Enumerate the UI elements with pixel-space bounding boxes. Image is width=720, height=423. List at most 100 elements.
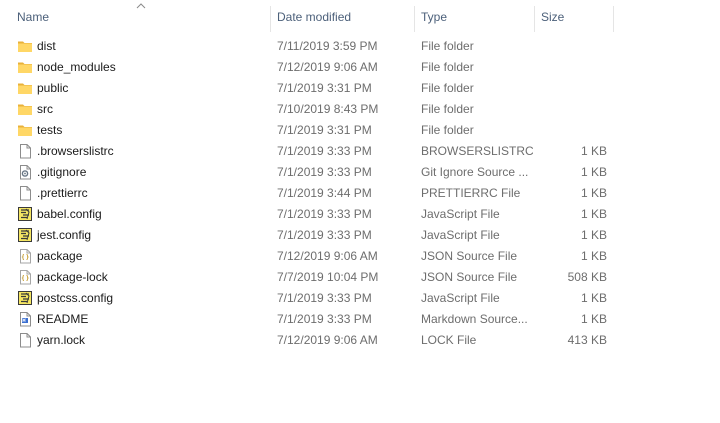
file-row[interactable]: dist 7/11/2019 3:59 PM File folder — [0, 36, 720, 57]
file-name: README — [37, 312, 89, 326]
file-row[interactable]: .prettierrc 7/1/2019 3:44 PM PRETTIERRC Fi… — [0, 183, 720, 204]
file-name-cell: jest.config — [17, 225, 267, 246]
file-date-modified: 7/7/2019 10:04 PM — [277, 270, 379, 284]
markdown-file-icon — [17, 311, 33, 327]
javascript-file-icon — [17, 206, 33, 222]
json-file-icon — [17, 248, 33, 264]
column-separator[interactable] — [534, 6, 535, 32]
file-type: LOCK File — [421, 333, 477, 347]
column-separator[interactable] — [414, 6, 415, 32]
file-name-cell: dist — [17, 36, 267, 57]
file-name: package-lock — [37, 270, 108, 284]
file-date-modified: 7/1/2019 3:33 PM — [277, 312, 372, 326]
file-type: JavaScript File — [421, 228, 500, 242]
file-name-cell: .prettierrc — [17, 183, 267, 204]
file-size: 1 KB — [580, 144, 607, 158]
file-row[interactable]: package 7/12/2019 9:06 AM JSON Source File… — [0, 246, 720, 267]
file-name: public — [37, 81, 69, 95]
file-name-cell: .gitignore — [17, 162, 267, 183]
file-size: 413 KB — [567, 333, 607, 347]
file-name: .prettierrc — [37, 186, 88, 200]
file-name-cell: postcss.config — [17, 288, 267, 309]
column-header-name-label: Name — [17, 10, 50, 24]
file-type: JSON Source File — [421, 249, 518, 263]
column-header-size[interactable]: Size — [541, 0, 613, 32]
file-name: dist — [37, 39, 56, 53]
file-name: src — [37, 102, 53, 116]
javascript-file-icon — [17, 290, 33, 306]
column-header-date-label: Date modified — [277, 10, 352, 24]
file-name-cell: package — [17, 246, 267, 267]
file-name-cell: node_modules — [17, 57, 267, 78]
file-type: Markdown Source... — [421, 312, 528, 326]
column-header-date-modified[interactable]: Date modified — [277, 0, 413, 32]
file-type: BROWSERSLISTRC... — [421, 144, 533, 158]
file-type: File folder — [421, 60, 474, 74]
file-size: 1 KB — [580, 186, 607, 200]
file-date-modified: 7/12/2019 9:06 AM — [277, 333, 378, 347]
column-separator[interactable] — [613, 6, 614, 32]
file-size: 1 KB — [580, 165, 607, 179]
file-name: package — [37, 249, 83, 263]
file-row[interactable]: public 7/1/2019 3:31 PM File folder — [0, 78, 720, 99]
file-row[interactable]: tests 7/1/2019 3:31 PM File folder — [0, 120, 720, 141]
file-row[interactable]: yarn.lock 7/12/2019 9:06 AM LOCK File 413 K… — [0, 330, 720, 351]
file-size: 1 KB — [580, 228, 607, 242]
file-size — [540, 36, 607, 57]
file-type: JavaScript File — [421, 207, 500, 221]
file-date-modified: 7/1/2019 3:33 PM — [277, 207, 372, 221]
file-date-modified: 7/1/2019 3:44 PM — [277, 186, 372, 200]
json-file-icon — [17, 269, 33, 285]
file-row[interactable]: postcss.config 7/1/2019 3:33 PM JavaScript… — [0, 288, 720, 309]
folder-icon — [17, 38, 33, 54]
file-name: postcss.config — [37, 291, 114, 305]
file-type: Git Ignore Source ... — [421, 165, 529, 179]
file-row[interactable]: README 7/1/2019 3:33 PM Markdown Source...… — [0, 309, 720, 330]
column-header-row: Name Date modified Type Size — [0, 0, 720, 32]
blank-file-icon — [17, 143, 33, 159]
file-type: File folder — [421, 39, 474, 53]
folder-icon — [17, 59, 33, 75]
file-name: jest.config — [37, 228, 92, 242]
file-date-modified: 7/1/2019 3:31 PM — [277, 81, 372, 95]
file-size: 1 KB — [580, 207, 607, 221]
file-row[interactable]: .gitignore 7/1/2019 3:33 PM Git Ignore Sou… — [0, 162, 720, 183]
file-size: 1 KB — [580, 312, 607, 326]
file-date-modified: 7/1/2019 3:33 PM — [277, 228, 372, 242]
file-name-cell: public — [17, 78, 267, 99]
file-row[interactable]: .browserslistrc 7/1/2019 3:33 PM BROWSERSL… — [0, 141, 720, 162]
file-row[interactable]: package-lock 7/7/2019 10:04 PM JSON Source… — [0, 267, 720, 288]
file-row[interactable]: babel.config 7/1/2019 3:33 PM JavaScript F… — [0, 204, 720, 225]
file-name: .browserslistrc — [37, 144, 114, 158]
folder-icon — [17, 80, 33, 96]
file-date-modified: 7/1/2019 3:33 PM — [277, 144, 372, 158]
file-list: dist 7/11/2019 3:59 PM File folder node_mod… — [0, 36, 720, 351]
file-type: PRETTIERRC File — [421, 186, 521, 200]
blank-file-icon — [17, 185, 33, 201]
file-row[interactable]: node_modules 7/12/2019 9:06 AM File folder — [0, 57, 720, 78]
settings-file-icon — [17, 164, 33, 180]
file-date-modified: 7/1/2019 3:31 PM — [277, 123, 372, 137]
column-separator[interactable] — [270, 6, 271, 32]
column-header-type[interactable]: Type — [421, 0, 533, 32]
file-name-cell: babel.config — [17, 204, 267, 225]
file-type: JSON Source File — [421, 270, 518, 284]
file-name: yarn.lock — [37, 333, 86, 347]
file-type: JavaScript File — [421, 291, 500, 305]
file-name: .gitignore — [37, 165, 87, 179]
file-type: File folder — [421, 102, 474, 116]
file-size — [540, 57, 607, 78]
javascript-file-icon — [17, 227, 33, 243]
sort-ascending-icon — [136, 3, 146, 9]
file-size: 1 KB — [580, 291, 607, 305]
file-date-modified: 7/1/2019 3:33 PM — [277, 291, 372, 305]
file-name-cell: yarn.lock — [17, 330, 267, 351]
file-row[interactable]: jest.config 7/1/2019 3:33 PM JavaScript Fi… — [0, 225, 720, 246]
file-type: File folder — [421, 123, 474, 137]
file-size — [540, 78, 607, 99]
file-name-cell: README — [17, 309, 267, 330]
file-row[interactable]: src 7/10/2019 8:43 PM File folder — [0, 99, 720, 120]
blank-file-icon — [17, 332, 33, 348]
file-size — [540, 120, 607, 141]
file-name: tests — [37, 123, 63, 137]
